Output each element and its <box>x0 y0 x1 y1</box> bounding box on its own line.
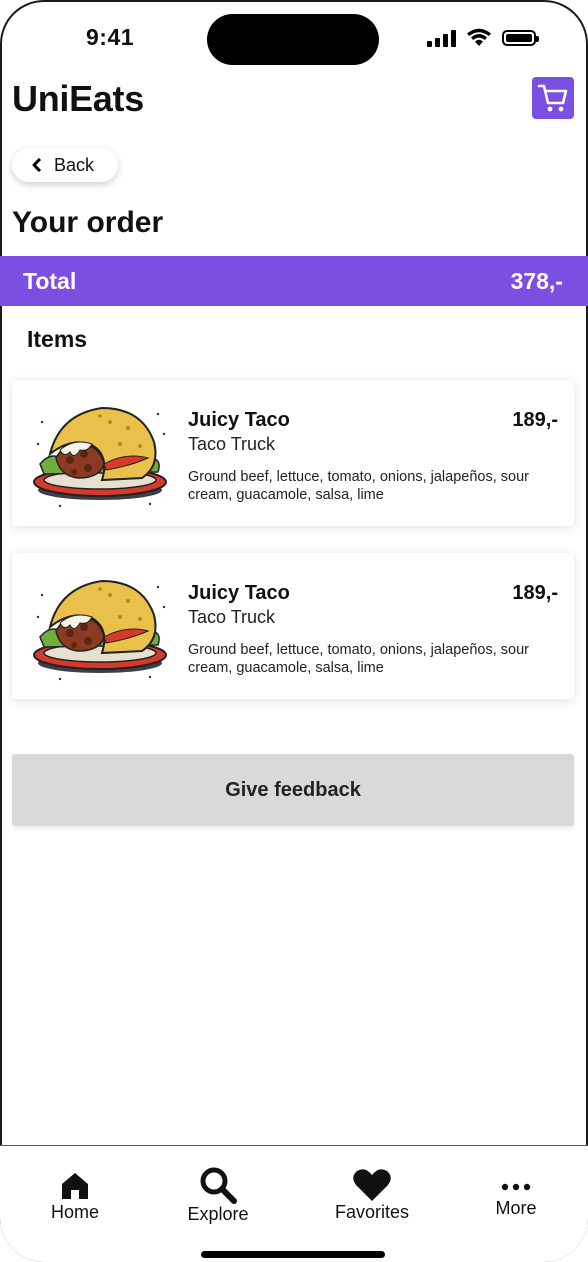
item-vendor: Taco Truck <box>188 434 276 454</box>
tab-favorites[interactable]: Favorites <box>312 1168 432 1223</box>
app-title: UniEats <box>12 78 144 119</box>
cart-button[interactable] <box>532 77 574 119</box>
tab-home-label: Home <box>50 1202 99 1222</box>
home-icon <box>62 1173 88 1199</box>
taco-image <box>30 394 172 512</box>
battery-icon <box>502 29 539 46</box>
tab-more-label: More <box>495 1198 537 1218</box>
order-item-card[interactable]: Juicy Taco 189,- Taco Truck Ground beef,… <box>12 380 574 526</box>
home-indicator[interactable] <box>201 1251 385 1258</box>
status-icons <box>427 28 539 47</box>
back-label: Back <box>54 154 95 175</box>
page-title: Your order <box>12 206 164 239</box>
item-vendor: Taco Truck <box>188 607 276 627</box>
tab-favorites-label: Favorites <box>334 1202 410 1222</box>
order-item-card[interactable]: Juicy Taco 189,- Taco Truck Ground beef,… <box>12 553 574 699</box>
phone-screen: 9:41 UniEats Back Your order Total 378,-… <box>0 0 588 1262</box>
tab-more[interactable]: More <box>456 1176 576 1219</box>
total-label: Total <box>23 267 77 294</box>
taco-image <box>30 567 172 685</box>
total-value: 378,- <box>510 267 563 294</box>
give-feedback-button[interactable]: Give feedback <box>12 754 574 826</box>
heart-icon <box>353 1169 391 1201</box>
status-bar: 9:41 <box>0 0 588 80</box>
chevron-left-icon <box>32 158 42 172</box>
tab-explore-label: Explore <box>187 1204 249 1224</box>
item-price: 189,- <box>512 409 558 431</box>
item-price: 189,- <box>512 582 558 604</box>
dynamic-island <box>207 14 379 65</box>
tab-home[interactable]: Home <box>15 1170 135 1223</box>
items-heading: Items <box>27 326 88 352</box>
item-description: Ground beef, lettuce, tomato, onions, ja… <box>188 469 529 503</box>
tab-explore[interactable]: Explore <box>158 1166 278 1225</box>
cellular-signal-icon <box>427 29 456 47</box>
total-bar: Total 378,- <box>0 256 588 306</box>
status-time: 9:41 <box>86 24 135 50</box>
wifi-icon <box>467 28 491 46</box>
cart-icon <box>537 84 568 112</box>
item-description: Ground beef, lettuce, tomato, onions, ja… <box>188 642 529 676</box>
tab-bar: Home Explore Favorites More <box>0 1145 588 1262</box>
item-name: Juicy Taco <box>188 409 290 431</box>
item-name: Juicy Taco <box>188 582 290 604</box>
more-icon <box>501 1183 531 1191</box>
search-icon <box>200 1167 237 1204</box>
back-button[interactable]: Back <box>12 148 118 182</box>
